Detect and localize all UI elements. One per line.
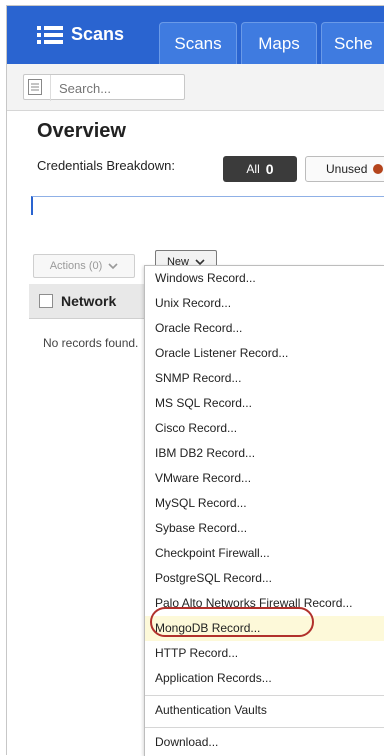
filter-unused-button[interactable]: Unused bbox=[305, 156, 384, 182]
document-icon[interactable] bbox=[28, 79, 42, 95]
menu-item-application[interactable]: Application Records... bbox=[145, 666, 384, 691]
menu-item-http[interactable]: HTTP Record... bbox=[145, 641, 384, 666]
menu-item-ibm-db2[interactable]: IBM DB2 Record... bbox=[145, 441, 384, 466]
menu-item-sybase[interactable]: Sybase Record... bbox=[145, 516, 384, 541]
empty-message: No records found. bbox=[43, 336, 139, 350]
menu-divider bbox=[145, 727, 384, 728]
top-nav: Scans Scans Maps Sche bbox=[7, 6, 384, 65]
unused-count-badge bbox=[373, 164, 384, 174]
search-input[interactable] bbox=[50, 75, 191, 101]
menu-item-unix[interactable]: Unix Record... bbox=[145, 291, 384, 316]
grid-header: Network bbox=[29, 284, 159, 319]
menu-item-oracle[interactable]: Oracle Record... bbox=[145, 316, 384, 341]
menu-item-mongodb[interactable]: MongoDB Record... bbox=[145, 616, 384, 641]
search-bar bbox=[7, 64, 384, 111]
menu-item-oracle-listener[interactable]: Oracle Listener Record... bbox=[145, 341, 384, 366]
menu-item-mysql[interactable]: MySQL Record... bbox=[145, 491, 384, 516]
page-title: Overview bbox=[37, 120, 126, 142]
menu-item-palo-alto[interactable]: Palo Alto Networks Firewall Record... bbox=[145, 591, 384, 616]
menu-item-download[interactable]: Download... bbox=[145, 730, 384, 755]
breakdown-label: Credentials Breakdown: bbox=[37, 158, 176, 173]
search-box bbox=[23, 74, 191, 101]
menu-item-checkpoint[interactable]: Checkpoint Firewall... bbox=[145, 541, 384, 566]
tab-scans[interactable]: Scans bbox=[159, 22, 237, 65]
tab-schedules[interactable]: Sche bbox=[321, 22, 384, 65]
filter-all-button[interactable]: All 0 bbox=[223, 156, 297, 182]
brand-label: Scans bbox=[71, 24, 125, 44]
list-icon bbox=[37, 25, 63, 44]
column-network[interactable]: Network bbox=[61, 293, 116, 309]
actions-button[interactable]: Actions (0) bbox=[33, 254, 135, 278]
new-dropdown-menu: Windows Record... Unix Record... Oracle … bbox=[144, 265, 384, 756]
menu-item-authentication-vaults[interactable]: Authentication Vaults bbox=[145, 698, 384, 723]
menu-item-mssql[interactable]: MS SQL Record... bbox=[145, 391, 384, 416]
menu-divider bbox=[145, 695, 384, 696]
actions-label: Actions (0) bbox=[49, 260, 103, 272]
menu-item-windows[interactable]: Windows Record... bbox=[145, 266, 384, 291]
menu-item-snmp[interactable]: SNMP Record... bbox=[145, 366, 384, 391]
menu-item-cisco[interactable]: Cisco Record... bbox=[145, 416, 384, 441]
menu-item-vmware[interactable]: VMware Record... bbox=[145, 466, 384, 491]
filter-unused-label: Unused bbox=[326, 162, 368, 176]
select-all-checkbox[interactable] bbox=[39, 294, 53, 308]
filter-all-label: All bbox=[246, 162, 260, 176]
selection-bar bbox=[31, 196, 384, 215]
filter-all-count: 0 bbox=[265, 161, 274, 177]
menu-item-postgresql[interactable]: PostgreSQL Record... bbox=[145, 566, 384, 591]
brand[interactable]: Scans bbox=[37, 24, 124, 45]
tab-maps[interactable]: Maps bbox=[241, 22, 317, 65]
chevron-down-icon bbox=[108, 262, 118, 269]
